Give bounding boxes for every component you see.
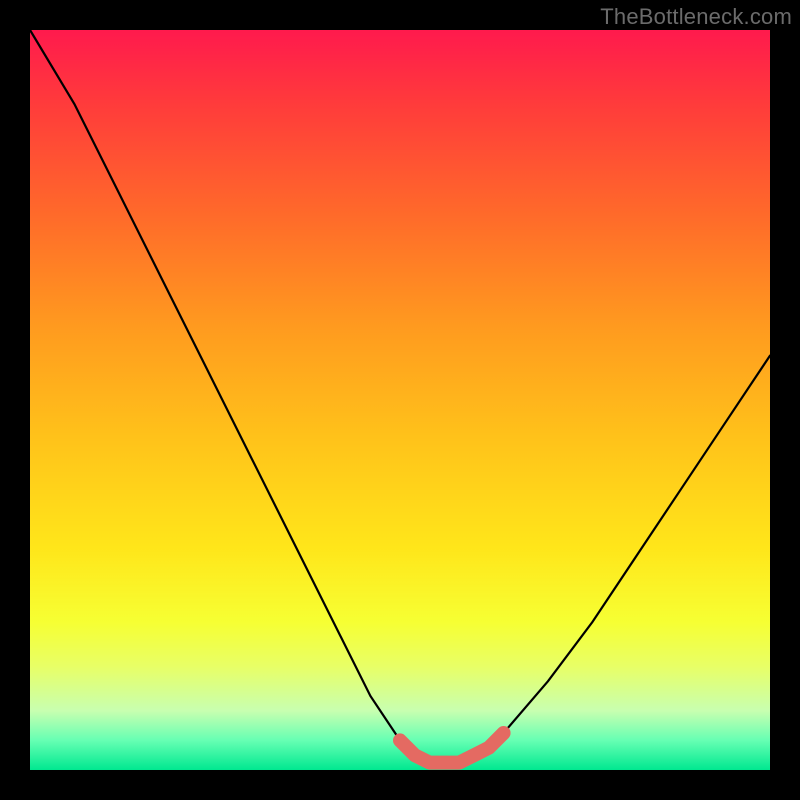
curve-svg <box>30 30 770 770</box>
bottleneck-curve <box>30 30 770 763</box>
plot-area <box>30 30 770 770</box>
bottleneck-floor <box>400 733 504 763</box>
watermark-text: TheBottleneck.com <box>600 4 792 30</box>
chart-frame: TheBottleneck.com <box>0 0 800 800</box>
